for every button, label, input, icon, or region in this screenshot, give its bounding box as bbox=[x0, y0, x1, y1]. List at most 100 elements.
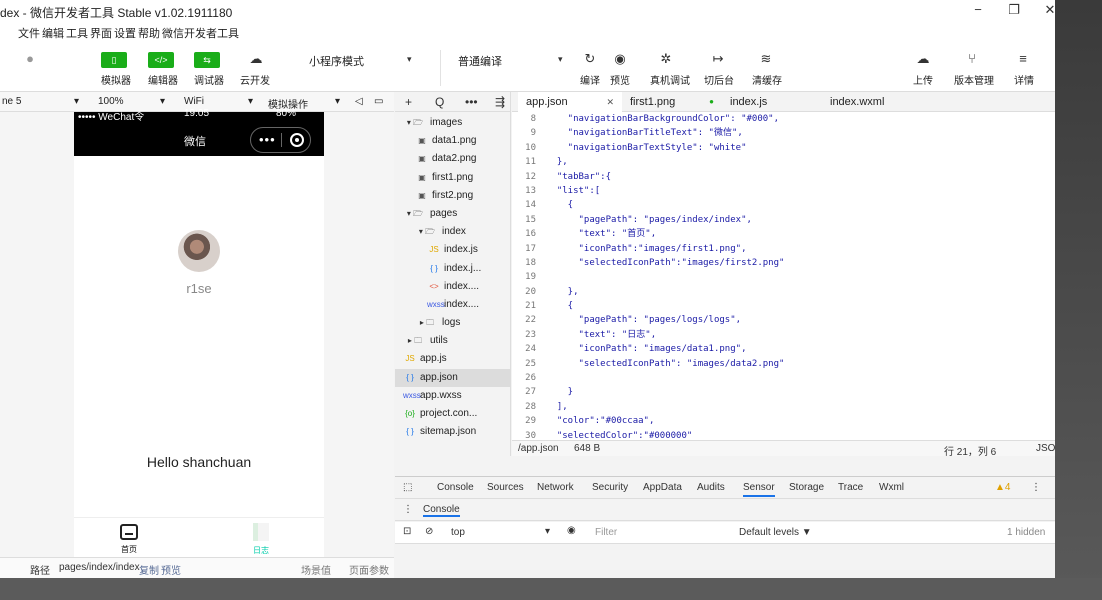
code-line[interactable]: 25 "selectedIconPath": "images/data2.png… bbox=[512, 357, 1055, 371]
mode-select[interactable]: 小程序模式 bbox=[309, 53, 364, 69]
close-button[interactable]: ✕ bbox=[1032, 2, 1055, 20]
bug-icon[interactable]: ✲ bbox=[656, 51, 676, 67]
menu-wechat-devtools[interactable]: 微信开发者工具 bbox=[162, 25, 239, 41]
window-icon[interactable]: ▭ bbox=[374, 96, 383, 107]
remote-debug-button[interactable]: 真机调试 bbox=[650, 72, 690, 87]
user-avatar[interactable]: ● bbox=[20, 51, 40, 66]
tab-first1-png[interactable]: first1.png ● bbox=[622, 92, 722, 112]
compile-mode-select[interactable]: 普通编译 bbox=[458, 53, 502, 69]
file-tree-item[interactable]: ▣ data1.png bbox=[395, 132, 511, 150]
warning-count[interactable]: ▲4 bbox=[995, 482, 1010, 493]
code-line[interactable]: 15 "pagePath": "pages/index/index", bbox=[512, 213, 1055, 227]
menu-tools[interactable]: 工具 bbox=[66, 25, 88, 41]
switch-backend-icon[interactable]: ↦ bbox=[708, 51, 728, 67]
console-drawer-tab[interactable]: Console bbox=[423, 504, 460, 517]
code-line[interactable]: 30 "selectedColor":"#000000" bbox=[512, 429, 1055, 440]
zoom-chevron-down-icon[interactable]: ▾ bbox=[160, 96, 165, 107]
devtools-tab-security[interactable]: Security bbox=[592, 482, 628, 493]
file-tree-item[interactable]: {o} project.con... bbox=[395, 405, 511, 423]
file-tree-item[interactable]: JS app.js bbox=[395, 350, 511, 368]
preview-link[interactable]: 预览 bbox=[161, 562, 181, 577]
tab-logs[interactable]: 日志 bbox=[231, 520, 291, 556]
cursor-position[interactable]: 行 21，列 6 bbox=[944, 443, 996, 458]
upload-cloud-icon[interactable]: ☁ bbox=[913, 51, 933, 67]
menu-edit[interactable]: 编辑 bbox=[42, 25, 64, 41]
compile-mode-chevron-down-icon[interactable]: ▾ bbox=[558, 54, 563, 65]
devtools-tab-wxml[interactable]: Wxml bbox=[879, 482, 904, 493]
eye-icon[interactable]: ◉ bbox=[567, 525, 576, 536]
menu-interface[interactable]: 界面 bbox=[90, 25, 112, 41]
devtools-tab-console[interactable]: Console bbox=[437, 482, 474, 493]
clear-cache-button[interactable]: 清缓存 bbox=[752, 72, 782, 87]
drawer-menu-icon[interactable]: ⋮ bbox=[403, 504, 413, 515]
code-line[interactable]: 13 "list":[ bbox=[512, 184, 1055, 198]
editor-label[interactable]: 编辑器 bbox=[148, 72, 178, 87]
code-line[interactable]: 10 "navigationBarTextStyle": "white" bbox=[512, 141, 1055, 155]
code-line[interactable]: 19 bbox=[512, 270, 1055, 284]
search-icon[interactable]: Q bbox=[435, 95, 444, 109]
more-dots-icon[interactable]: ••• bbox=[259, 132, 276, 147]
devtools-tab-sensor[interactable]: Sensor bbox=[743, 482, 775, 497]
devtools-tab-sources[interactable]: Sources bbox=[487, 482, 524, 493]
devtools-tab-storage[interactable]: Storage bbox=[789, 482, 824, 493]
scene-value-button[interactable]: 场景值 bbox=[301, 562, 331, 577]
context-select[interactable]: top bbox=[451, 527, 465, 538]
file-tree-item[interactable]: ▸ 🗀 logs bbox=[395, 314, 511, 332]
backend-button[interactable]: 切后台 bbox=[704, 72, 734, 87]
avatar[interactable] bbox=[178, 230, 220, 272]
code-line[interactable]: 14 { bbox=[512, 198, 1055, 212]
minimize-button[interactable]: − bbox=[960, 2, 996, 20]
menu-file[interactable]: 文件 bbox=[18, 25, 40, 41]
add-file-icon[interactable]: + bbox=[405, 95, 412, 109]
debugger-label[interactable]: 调试器 bbox=[194, 72, 224, 87]
code-line[interactable]: 27 } bbox=[512, 385, 1055, 399]
cloud-dev-icon[interactable]: ☁ bbox=[246, 51, 266, 67]
action-chevron-down-icon[interactable]: ▾ bbox=[335, 96, 340, 107]
console-filter-input[interactable]: Filter bbox=[595, 527, 617, 538]
menu-capsule[interactable]: ••• bbox=[250, 127, 311, 153]
cloud-dev-label[interactable]: 云开发 bbox=[240, 72, 270, 87]
inspect-icon[interactable]: ⬚ bbox=[403, 482, 412, 493]
file-tree-item[interactable]: { } sitemap.json bbox=[395, 423, 511, 441]
file-tree-item[interactable]: { } app.json bbox=[395, 368, 511, 387]
menu-help[interactable]: 帮助 bbox=[138, 25, 160, 41]
code-line[interactable]: 9 "navigationBarTitleText": "微信", bbox=[512, 126, 1055, 140]
refresh-icon[interactable]: ↻ bbox=[580, 51, 600, 67]
eye-icon[interactable]: ◉ bbox=[610, 51, 630, 67]
devtools-tab-trace[interactable]: Trace bbox=[838, 482, 863, 493]
tab-app-json[interactable]: app.json ✕ bbox=[518, 92, 622, 112]
simulator-label[interactable]: 模拟器 bbox=[101, 72, 131, 87]
version-button[interactable]: 版本管理 bbox=[954, 72, 994, 87]
sidebar-toggle-icon[interactable]: ⊡ bbox=[403, 526, 411, 537]
menu-lines-icon[interactable]: ≡ bbox=[1013, 51, 1033, 66]
branch-icon[interactable]: ⑂ bbox=[962, 51, 982, 66]
device-select[interactable]: ne 5 bbox=[2, 96, 21, 107]
collapse-icon[interactable]: ⇶ bbox=[495, 95, 505, 109]
close-miniapp-icon[interactable] bbox=[290, 133, 304, 147]
devtools-tab-network[interactable]: Network bbox=[537, 482, 574, 493]
maximize-button[interactable]: ❐ bbox=[996, 2, 1032, 20]
log-levels-select[interactable]: Default levels ▼ bbox=[739, 527, 812, 538]
upload-button[interactable]: 上传 bbox=[913, 72, 933, 87]
code-line[interactable]: 28 ], bbox=[512, 400, 1055, 414]
code-line[interactable]: 26 bbox=[512, 371, 1055, 385]
file-tree-item[interactable]: wxssapp.wxss bbox=[395, 387, 511, 405]
code-line[interactable]: 18 "selectedIconPath":"images/first2.png… bbox=[512, 256, 1055, 270]
tab-index-js[interactable]: index.js bbox=[722, 92, 812, 112]
file-tree-item[interactable]: wxssindex.... bbox=[395, 296, 511, 314]
code-area[interactable]: 8 "navigationBarBackgroundColor": "#000"… bbox=[512, 112, 1055, 440]
code-line[interactable]: 24 "iconPath": "images/data1.png", bbox=[512, 342, 1055, 356]
code-line[interactable]: 21 { bbox=[512, 299, 1055, 313]
network-select[interactable]: WiFi bbox=[184, 96, 204, 107]
language-mode[interactable]: JSO bbox=[1036, 443, 1055, 454]
menu-settings[interactable]: 设置 bbox=[114, 25, 136, 41]
kebab-menu-icon[interactable]: ⋮ bbox=[1031, 482, 1041, 493]
code-line[interactable]: 23 "text": "日志", bbox=[512, 328, 1055, 342]
tab-home[interactable]: 首页 bbox=[99, 520, 159, 555]
file-tree-item[interactable]: ▣ first2.png bbox=[395, 187, 511, 205]
code-line[interactable]: 12 "tabBar":{ bbox=[512, 170, 1055, 184]
file-tree-item[interactable]: { } index.j... bbox=[395, 260, 511, 278]
simulator-toggle-icon[interactable]: ▯ bbox=[101, 52, 127, 68]
code-line[interactable]: 8 "navigationBarBackgroundColor": "#000"… bbox=[512, 112, 1055, 126]
devtools-tab-appdata[interactable]: AppData bbox=[643, 482, 682, 493]
